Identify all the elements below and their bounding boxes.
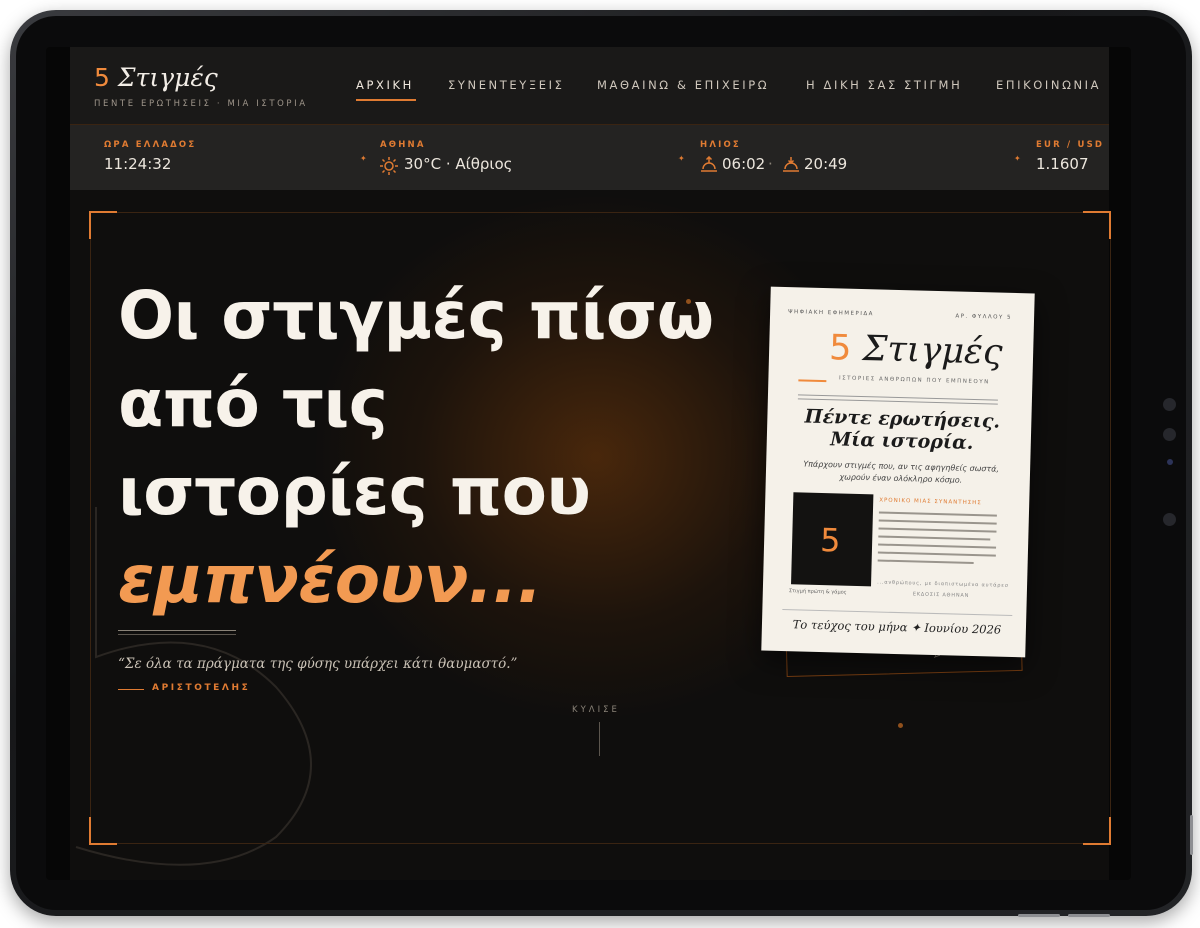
nav-item-interviews[interactable]: ΣΥΝΕΝΤΕΥΞΕΙΣ: [448, 78, 564, 92]
sunrise-value: 06:02: [722, 155, 766, 173]
paper-text-line: [877, 551, 996, 557]
fx-label: EUR / USD: [1036, 140, 1105, 150]
headline-line: από τις: [118, 365, 388, 442]
decor-dot: [898, 723, 903, 728]
screen-edge: [46, 47, 70, 880]
paper-column-head: ΧΡΟΝΙΚΟ ΜΙΑΣ ΣΥΝΑΝΤΗΣΗΣ: [879, 497, 982, 507]
headline-line: Οι στιγμές πίσω: [118, 277, 714, 354]
frame-corner: [1083, 817, 1111, 845]
quote-author: ΑΡΙΣΤΟΤΕΛΗΣ: [152, 683, 251, 693]
separator-diamond: ✦: [678, 154, 685, 163]
logo-number: 5: [94, 63, 110, 92]
sun-label: ΗΛΙΟΣ: [700, 140, 741, 150]
frame-corner: [89, 817, 117, 845]
screen: 5 Στιγμές ΠΕΝΤΕ ΕΡΩΤΗΣΕΙΣ · ΜΙΑ ΙΣΤΟΡΙΑ …: [46, 47, 1131, 880]
time-value: 11:24:32: [104, 155, 172, 173]
volume-button: [1068, 914, 1110, 917]
newspaper-card[interactable]: ΨΗΦΙΑΚΗ ΕΦΗΜΕΡΙΔΑ ΑΡ. ΦΥΛΛΟΥ 5 5 Στιγμές…: [761, 286, 1035, 658]
nav-active-indicator: [356, 99, 416, 101]
paper-kicker: ΨΗΦΙΑΚΗ ΕΦΗΜΕΡΙΔΑ: [788, 309, 874, 318]
sunrise-icon: [701, 156, 717, 172]
paper-meta: ...ανθρώπους, με διαπιστωμένα αυτάρεσ: [877, 579, 1009, 589]
paper-logo-number: 5: [828, 328, 853, 369]
hero-headline: Οι στιγμές πίσω από τις ιστορίες που εμπ…: [118, 272, 714, 624]
nav-item-contact[interactable]: ΕΠΙΚΟΙΝΩΝΙΑ: [996, 78, 1101, 92]
paper-description: Υπάρχουν στιγμές που, αν τις αφηγηθείς σ…: [803, 459, 1000, 485]
paper-box-number: 5: [819, 520, 842, 560]
side-button: [1190, 815, 1193, 855]
paper-rule: [782, 609, 1013, 617]
paper-text-line: [878, 519, 997, 525]
hero-quote: “Σε όλα τα πράγματα της φύσης υπάρχει κά…: [118, 656, 518, 672]
sunset-icon: [783, 157, 799, 172]
paper-issue: Το τεύχος του μήνα ✦ Ιουνίου 2026: [792, 617, 1002, 637]
sunset-value: 20:49: [804, 155, 848, 173]
site-header: 5 Στιγμές ΠΕΝΤΕ ΕΡΩΤΗΣΕΙΣ · ΜΙΑ ΙΣΤΟΡΙΑ …: [70, 47, 1109, 125]
volume-button: [1018, 914, 1060, 917]
paper-text-line: [878, 543, 997, 549]
paper-caption: Στιγμή πρώτη & γάμος: [788, 588, 847, 596]
separator-diamond: ✦: [1014, 154, 1021, 163]
separator-diamond: ✦: [360, 154, 367, 163]
divider: [118, 634, 236, 635]
time-label: ΩΡΑ ΕΛΛΑΔΟΣ: [104, 140, 197, 150]
sensor-dot: [1163, 398, 1176, 411]
paper-text-line: [877, 559, 974, 565]
paper-edition: ΕΚΔΟΣΙΣ ΑΘΗΝΑΝ: [912, 591, 970, 599]
paper-logo-text: Στιγμές: [862, 329, 1003, 373]
divider: [118, 630, 236, 631]
paper-issue-number: ΑΡ. ΦΥΛΛΟΥ 5: [955, 313, 1013, 321]
nav-item-home[interactable]: ΑΡΧΙΚΗ: [356, 78, 414, 92]
nav-item-your-moment[interactable]: Η ΔΙΚΗ ΣΑΣ ΣΤΙΓΜΗ: [806, 78, 962, 92]
sun-icon: [380, 157, 398, 175]
paper-text-line: [878, 527, 997, 533]
frame-corner: [89, 211, 117, 239]
sensor-dot: [1163, 428, 1176, 441]
paper-logo: 5 Στιγμές: [829, 328, 1003, 373]
screen-edge: [1109, 47, 1131, 880]
headline-accent: εμπνέουν...: [118, 541, 542, 618]
site-logo[interactable]: 5 Στιγμές: [94, 63, 218, 92]
paper-accent-rule: [798, 379, 827, 383]
headline-line: ιστορίες που: [118, 453, 591, 530]
scroll-hint[interactable]: ΚΥΛΙΣΕ: [572, 705, 620, 715]
author-dash: [118, 689, 144, 690]
frame-corner: [1083, 211, 1111, 239]
camera-lens: [1167, 459, 1173, 465]
logo-text: Στιγμές: [117, 63, 218, 92]
sensor-dot: [1163, 513, 1176, 526]
nav-item-learn-business[interactable]: ΜΑΘΑΙΝΩ & ΕΠΙΧΕΙΡΩ: [597, 78, 769, 92]
paper-text-line: [878, 535, 991, 541]
paper-text-line: [878, 511, 997, 517]
info-bar: ΩΡΑ ΕΛΛΑΔΟΣ 11:24:32 ✦ ΑΘΗΝΑ 30°C · Αίθρ…: [70, 125, 1109, 190]
paper-image-box: 5: [791, 492, 874, 587]
weather-label: ΑΘΗΝΑ: [380, 140, 426, 150]
paper-headline: Πέντε ερωτήσεις. Μία ιστορία.: [787, 405, 1018, 455]
scroll-line: [599, 722, 600, 756]
sun-separator: ·: [768, 155, 773, 173]
paper-subtitle: ΙΣΤΟΡΙΕΣ ΑΝΘΡΩΠΩΝ ΠΟΥ ΕΜΠΝΕΟΥΝ: [839, 375, 990, 386]
site-tagline: ΠΕΝΤΕ ΕΡΩΤΗΣΕΙΣ · ΜΙΑ ΙΣΤΟΡΙΑ: [94, 99, 308, 109]
fx-value: 1.1607: [1036, 155, 1089, 173]
weather-value: 30°C · Αίθριος: [404, 155, 513, 173]
